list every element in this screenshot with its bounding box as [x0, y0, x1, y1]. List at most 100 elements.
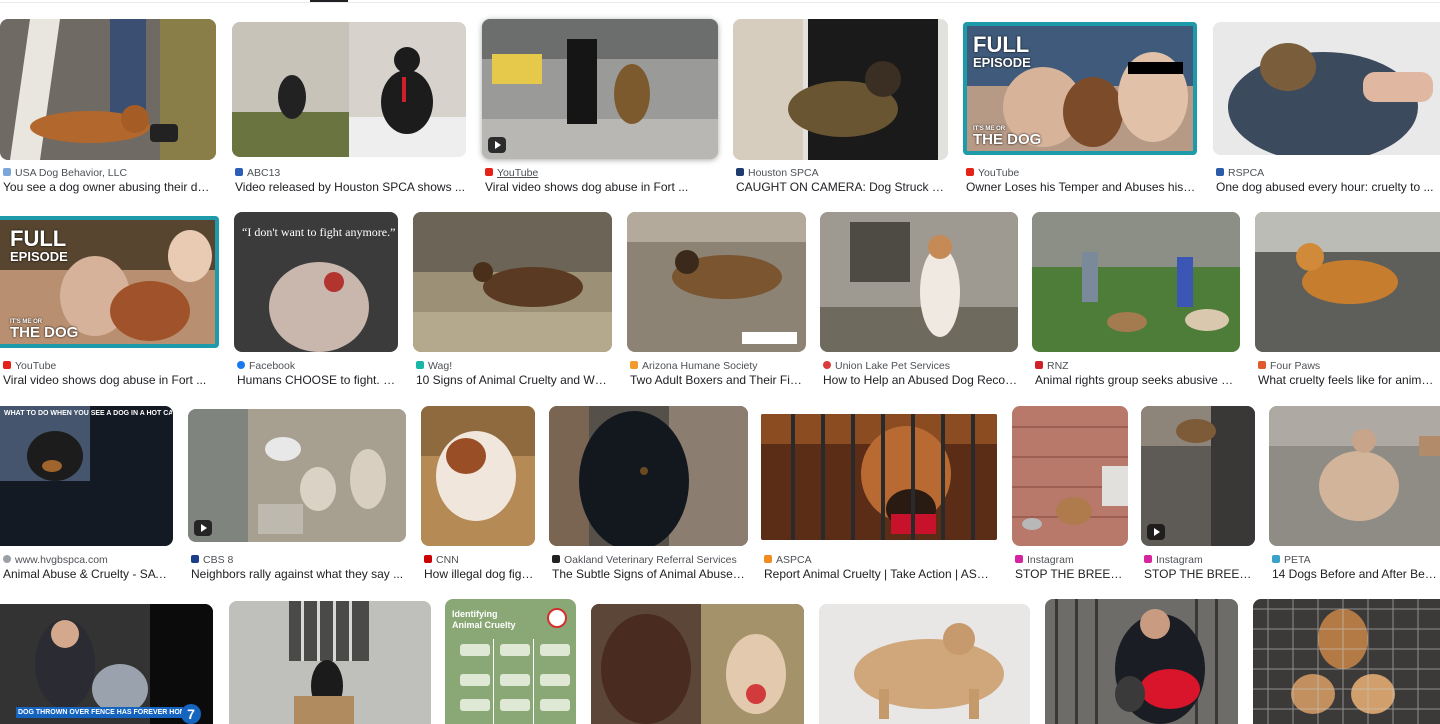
image-result-card[interactable]: “I don't want to fight anymore.” Faceboo…	[234, 212, 399, 388]
result-thumbnail[interactable]	[820, 212, 1018, 352]
result-title[interactable]: 10 Signs of Animal Cruelty and What...	[416, 372, 612, 388]
result-thumbnail[interactable]	[232, 22, 466, 157]
result-source[interactable]: YouTube	[485, 166, 715, 180]
image-result-card[interactable]	[1253, 599, 1440, 724]
result-thumbnail[interactable]: FULL EPISODE IT'S ME OR THE DOG	[963, 22, 1197, 155]
image-result-card[interactable]: Arizona Humane Society Two Adult Boxers …	[627, 212, 807, 388]
result-source[interactable]: ABC13	[235, 166, 465, 180]
result-title[interactable]: How to Help an Abused Dog Recove...	[823, 372, 1019, 388]
source-favicon	[630, 361, 638, 370]
image-result-card[interactable]: YouTube Viral video shows dog abuse in F…	[482, 19, 718, 195]
result-title[interactable]: CAUGHT ON CAMERA: Dog Struck with ...	[736, 179, 948, 195]
result-title[interactable]: STOP THE BREEDIN...	[1015, 566, 1129, 582]
image-result-card[interactable]: FULL EPISODE IT'S ME OR THE DOG YouTube …	[0, 216, 220, 392]
result-thumbnail[interactable]	[188, 409, 406, 542]
result-source[interactable]: Wag!	[416, 359, 612, 373]
result-source[interactable]: Houston SPCA	[736, 166, 946, 180]
result-source[interactable]: ASPCA	[764, 553, 996, 567]
result-source[interactable]: YouTube	[966, 166, 1196, 180]
result-source[interactable]: RNZ	[1035, 359, 1239, 373]
result-title[interactable]: Report Animal Cruelty | Take Action | AS…	[764, 566, 996, 582]
result-source[interactable]: Facebook	[237, 359, 397, 373]
result-thumbnail[interactable]: DOG THROWN OVER FENCE HAS FOREVER HOME 7	[0, 604, 213, 724]
result-title[interactable]: 14 Dogs Before and After Being ...	[1272, 566, 1438, 582]
result-thumbnail[interactable]: FULL EPISODE IT'S ME OR THE DOG	[0, 216, 219, 348]
result-thumbnail[interactable]: WHAT TO DO WHEN YOU SEE A DOG IN A HOT C…	[0, 406, 173, 546]
result-thumbnail[interactable]: “I don't want to fight anymore.”	[234, 212, 398, 352]
result-title[interactable]: The Subtle Signs of Animal Abuse in ...	[552, 566, 748, 582]
image-result-card[interactable]	[229, 601, 432, 724]
image-result-card[interactable]: Houston SPCA CAUGHT ON CAMERA: Dog Struc…	[733, 19, 949, 195]
image-result-card[interactable]: FULL EPISODE IT'S ME OR THE DOG YouTube …	[963, 22, 1199, 198]
result-source[interactable]: PETA	[1272, 553, 1438, 567]
result-thumbnail[interactable]: Identifying Animal Cruelty	[445, 599, 576, 724]
source-name: Instagram	[1027, 554, 1074, 566]
result-source[interactable]: Instagram	[1144, 553, 1256, 567]
result-source[interactable]: CBS 8	[191, 553, 405, 567]
result-source[interactable]: Arizona Humane Society	[630, 359, 806, 373]
image-result-card[interactable]: Identifying Animal Cruelty	[445, 599, 576, 724]
result-thumbnail[interactable]	[549, 406, 748, 546]
result-thumbnail[interactable]	[0, 19, 216, 160]
result-thumbnail[interactable]	[591, 604, 804, 724]
result-title[interactable]: One dog abused every hour: cruelty to ..…	[1216, 179, 1438, 195]
result-source[interactable]: Four Paws	[1258, 359, 1438, 373]
image-result-card[interactable]	[591, 604, 805, 724]
result-thumbnail[interactable]	[413, 212, 612, 352]
result-thumbnail[interactable]	[627, 212, 806, 352]
image-result-card[interactable]: Wag! 10 Signs of Animal Cruelty and What…	[413, 212, 613, 388]
result-title[interactable]: How illegal dog figh...	[424, 566, 536, 582]
image-result-card[interactable]: PETA 14 Dogs Before and After Being ...	[1269, 406, 1440, 582]
result-source[interactable]: Oakland Veterinary Referral Services	[552, 553, 748, 567]
result-title[interactable]: Viral video shows dog abuse in Fort ...	[485, 179, 715, 195]
result-thumbnail[interactable]	[1141, 406, 1255, 546]
result-thumbnail[interactable]	[1045, 599, 1238, 724]
result-title[interactable]: Humans CHOOSE to fight. Lo...	[237, 372, 397, 388]
image-result-card[interactable]: Four Paws What cruelty feels like for an…	[1255, 212, 1440, 388]
image-result-card[interactable]: CBS 8 Neighbors rally against what they …	[188, 409, 408, 585]
result-thumbnail[interactable]	[1213, 22, 1440, 155]
image-result-card[interactable]: DOG THROWN OVER FENCE HAS FOREVER HOME 7	[0, 604, 213, 724]
image-result-card[interactable]: ASPCA Report Animal Cruelty | Take Actio…	[761, 414, 999, 590]
result-title[interactable]: You see a dog owner abusing their dog ..…	[3, 179, 215, 195]
result-title[interactable]: Viral video shows dog abuse in Fort ...	[3, 372, 217, 388]
result-source[interactable]: YouTube	[3, 359, 217, 373]
result-source[interactable]: www.hvgbspca.com	[3, 553, 173, 567]
result-title[interactable]: Neighbors rally against what they say ..…	[191, 566, 405, 582]
result-thumbnail[interactable]	[1269, 406, 1440, 546]
image-result-card[interactable]: Instagram STOP THE BREEDIN...	[1012, 406, 1130, 582]
image-result-card[interactable]	[819, 604, 1031, 724]
image-result-card[interactable]: WHAT TO DO WHEN YOU SEE A DOG IN A HOT C…	[0, 406, 176, 582]
result-thumbnail[interactable]	[482, 19, 718, 159]
image-result-card[interactable]: Oakland Veterinary Referral Services The…	[549, 406, 749, 582]
image-result-card[interactable]: CNN How illegal dog figh...	[421, 406, 537, 582]
result-thumbnail[interactable]	[1255, 212, 1440, 352]
result-thumbnail[interactable]	[1012, 406, 1128, 546]
image-result-card[interactable]: Union Lake Pet Services How to Help an A…	[820, 212, 1020, 388]
result-source[interactable]: CNN	[424, 553, 536, 567]
result-thumbnail[interactable]	[229, 601, 431, 724]
result-title[interactable]: STOP THE BREEDIN...	[1144, 566, 1256, 582]
image-result-card[interactable]: RSPCA One dog abused every hour: cruelty…	[1213, 22, 1440, 198]
result-source[interactable]: Instagram	[1015, 553, 1129, 567]
result-title[interactable]: Two Adult Boxers and Their Five ...	[630, 372, 806, 388]
result-title[interactable]: Video released by Houston SPCA shows ...	[235, 179, 465, 195]
image-result-card[interactable]: RNZ Animal rights group seeks abusive do…	[1032, 212, 1242, 388]
result-thumbnail[interactable]	[421, 406, 535, 546]
image-result-card[interactable]: Instagram STOP THE BREEDIN...	[1141, 406, 1257, 582]
result-source[interactable]: RSPCA	[1216, 166, 1436, 180]
image-result-card[interactable]: USA Dog Behavior, LLC You see a dog owne…	[0, 19, 216, 195]
result-thumbnail[interactable]	[819, 604, 1030, 724]
result-thumbnail[interactable]	[761, 414, 997, 540]
image-result-card[interactable]	[1045, 599, 1239, 724]
result-title[interactable]: Owner Loses his Temper and Abuses his ..…	[966, 179, 1196, 195]
result-thumbnail[interactable]	[1032, 212, 1240, 352]
result-title[interactable]: Animal rights group seeks abusive dog...	[1035, 372, 1239, 388]
result-thumbnail[interactable]	[1253, 599, 1440, 724]
image-result-card[interactable]: ABC13 Video released by Houston SPCA sho…	[232, 22, 468, 198]
result-thumbnail[interactable]	[733, 19, 948, 160]
result-title[interactable]: What cruelty feels like for animals ...	[1258, 372, 1438, 388]
result-source[interactable]: USA Dog Behavior, LLC	[3, 166, 213, 180]
result-title[interactable]: Animal Abuse & Cruelty - SAVIN...	[3, 566, 173, 582]
result-source[interactable]: Union Lake Pet Services	[823, 359, 1019, 373]
